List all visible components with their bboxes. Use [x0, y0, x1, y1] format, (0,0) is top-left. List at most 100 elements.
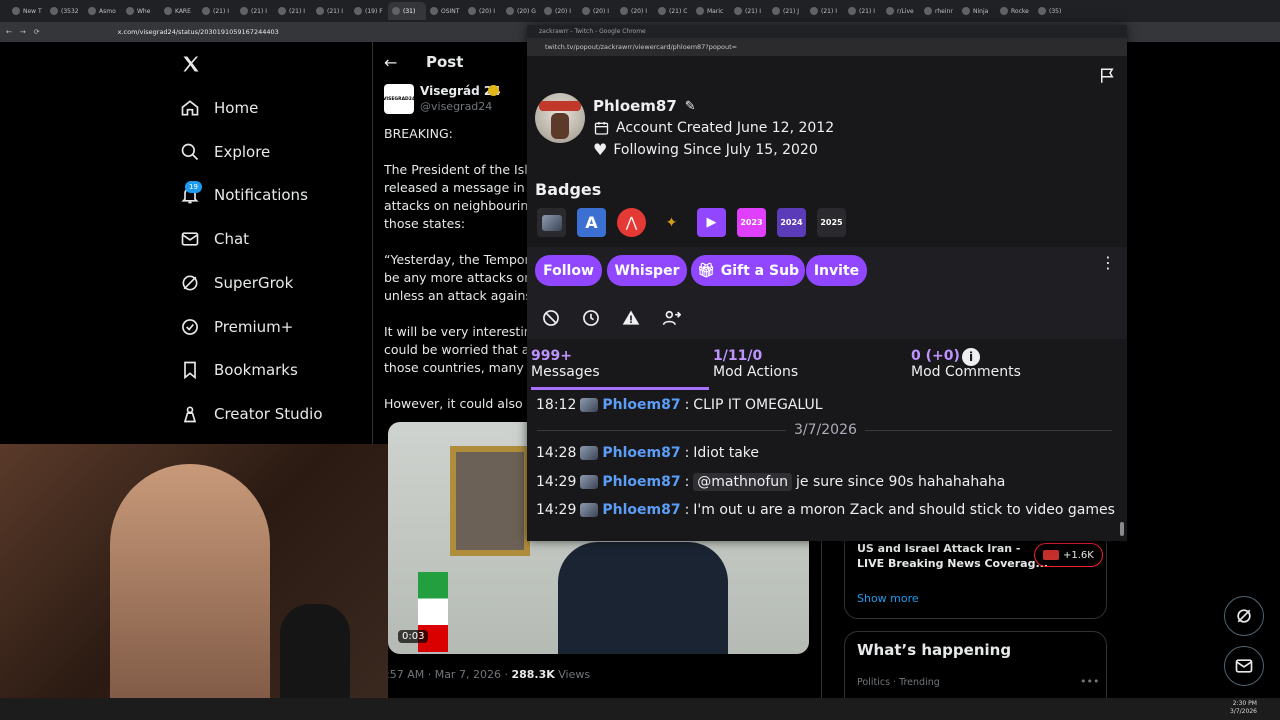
nav-supergrok[interactable]: SuperGrok — [180, 268, 293, 298]
browser-tab[interactable]: (21) I — [312, 2, 350, 20]
chat-time: 14:29 — [536, 474, 577, 490]
nav-premium[interactable]: Premium+ — [180, 312, 293, 342]
bow-badge-icon[interactable] — [537, 208, 566, 237]
report-flag-icon[interactable] — [1098, 67, 1116, 85]
browser-tab[interactable]: Maric — [692, 2, 730, 20]
tab-label: rheinr — [935, 7, 953, 15]
bookmark-icon — [184, 361, 196, 380]
browser-tab[interactable]: Whe — [122, 2, 160, 20]
tab-label: (21) J — [783, 7, 799, 15]
chat-time: 18:12 — [536, 397, 577, 413]
tab-favicon-icon — [620, 7, 628, 15]
browser-tab[interactable]: (21) I — [730, 2, 768, 20]
grok-fab[interactable] — [1224, 596, 1264, 636]
browser-tab[interactable]: (20) I — [616, 2, 654, 20]
tab-favicon-icon — [468, 7, 476, 15]
browser-tab[interactable]: (20) I — [540, 2, 578, 20]
warning-icon[interactable] — [621, 308, 641, 328]
info-icon[interactable]: i — [962, 348, 980, 366]
more-vertical-icon[interactable]: ⋮ — [1100, 255, 1116, 271]
nav-chat[interactable]: Chat — [180, 224, 249, 254]
user-avatar[interactable] — [535, 93, 585, 143]
browser-tab[interactable]: (20) I — [578, 2, 616, 20]
nav-bookmarks[interactable]: Bookmarks — [180, 355, 298, 385]
red-a-badge-icon[interactable]: ⋀ — [617, 208, 646, 237]
chat-username[interactable]: Phloem87 — [602, 502, 680, 518]
tab-label: Ninja — [973, 7, 989, 15]
ban-icon[interactable] — [541, 308, 561, 328]
chat-mention[interactable]: @mathnofun — [693, 473, 792, 491]
add-moderator-icon[interactable] — [661, 308, 681, 328]
tab-messages[interactable]: 999+ Messages — [531, 348, 600, 380]
browser-tab[interactable]: (21) I — [236, 2, 274, 20]
tab-label: (21) I — [859, 7, 875, 15]
browser-tab[interactable]: rheinr — [920, 2, 958, 20]
live-count-pill[interactable]: +1.6K — [1034, 543, 1103, 567]
messages-fab[interactable] — [1224, 646, 1264, 686]
tab-label: (20) G — [517, 7, 536, 15]
nav-creator-studio[interactable]: Creator Studio — [180, 399, 323, 429]
year-2025-badge-icon[interactable]: 2025 — [817, 208, 846, 237]
browser-tab[interactable]: (21) C — [654, 2, 692, 20]
video-timestamp: 0:03 — [398, 630, 429, 643]
chat-scrollbar[interactable] — [1120, 392, 1124, 538]
browser-tab[interactable]: Ninja — [958, 2, 996, 20]
browser-tab[interactable]: Rocke — [996, 2, 1034, 20]
prime-badge-icon[interactable]: ▶ — [697, 208, 726, 237]
author-avatar[interactable]: VISEGRAD24 — [383, 84, 415, 114]
browser-tab[interactable]: (21) I — [274, 2, 312, 20]
browser-tab[interactable]: (21) I — [806, 2, 844, 20]
follow-button[interactable]: Follow — [535, 255, 602, 286]
browser-tab[interactable]: r/Live — [882, 2, 920, 20]
forward-icon[interactable]: → — [20, 28, 26, 36]
tab-mod-actions[interactable]: 1/11/0 Mod Actions — [713, 348, 798, 380]
author-handle[interactable]: @visegrad24 — [420, 100, 492, 113]
browser-tab[interactable]: (3532 — [46, 2, 84, 20]
chat-message: 18:12 Phloem87: CLIP IT OMEGALUL — [536, 397, 823, 413]
chat-username[interactable]: Phloem87 — [602, 397, 680, 413]
back-arrow-icon[interactable]: ← — [384, 53, 397, 72]
scrollbar-thumb[interactable] — [1120, 522, 1124, 536]
year-2023-badge-icon[interactable]: 2023 — [737, 208, 766, 237]
browser-tab[interactable]: (21) I — [198, 2, 236, 20]
edit-pencil-icon[interactable]: ✎ — [685, 99, 696, 114]
invite-button[interactable]: Invite — [806, 255, 867, 286]
browser-tab[interactable]: New T — [8, 2, 46, 20]
browser-tab[interactable]: Asmo — [84, 2, 122, 20]
bird-badge-icon[interactable]: ✦ — [657, 208, 686, 237]
chat-text: Idiot take — [693, 445, 759, 461]
person-image — [558, 542, 728, 654]
url-text[interactable]: x.com/visegrad24/status/2030191059167244… — [118, 28, 279, 36]
nav-home[interactable]: Home — [180, 93, 258, 123]
reload-icon[interactable]: ⟳ — [34, 28, 40, 36]
gift-sub-button[interactable]: 🎁︎ Gift a Sub — [691, 255, 805, 286]
x-logo-icon[interactable] — [181, 54, 201, 74]
browser-tab[interactable]: (20) G — [502, 2, 540, 20]
browser-tab[interactable]: (21) I — [844, 2, 882, 20]
browser-tab[interactable]: OSINT — [426, 2, 464, 20]
show-more-link[interactable]: Show more — [857, 592, 919, 605]
chat-username[interactable]: Phloem87 — [602, 445, 680, 461]
chat-username[interactable]: Phloem87 — [602, 474, 680, 490]
mod-actions-count: 1/11/0 — [713, 348, 763, 364]
more-dots-icon[interactable]: ••• — [1080, 675, 1099, 688]
year-2024-badge-icon[interactable]: 2024 — [777, 208, 806, 237]
a-badge-icon[interactable]: A — [577, 208, 606, 237]
nav-explore[interactable]: Explore — [180, 137, 270, 167]
browser-tab[interactable]: (31) — [388, 2, 426, 20]
browser-tab[interactable]: KARE — [160, 2, 198, 20]
trend-subtitle[interactable]: LIVE Breaking News Coverag... — [857, 557, 1048, 570]
browser-tab[interactable]: (20) I — [464, 2, 502, 20]
taskbar-clock[interactable]: 2:30 PM 3/7/2026 — [1230, 700, 1257, 716]
timeout-clock-icon[interactable] — [581, 308, 601, 328]
browser-tab[interactable]: (35) — [1034, 2, 1072, 20]
search-icon — [181, 143, 199, 161]
back-icon[interactable]: ← — [6, 28, 12, 36]
trend-count: +1.6K — [1063, 549, 1094, 561]
browser-tab[interactable]: (21) J — [768, 2, 806, 20]
whisper-button[interactable]: Whisper — [607, 255, 687, 286]
post-line: The President of the Islar — [384, 162, 529, 177]
browser-tab[interactable]: (19) F — [350, 2, 388, 20]
tab-favicon-icon — [734, 7, 742, 15]
trend-title[interactable]: US and Israel Attack Iran - — [857, 542, 1020, 555]
